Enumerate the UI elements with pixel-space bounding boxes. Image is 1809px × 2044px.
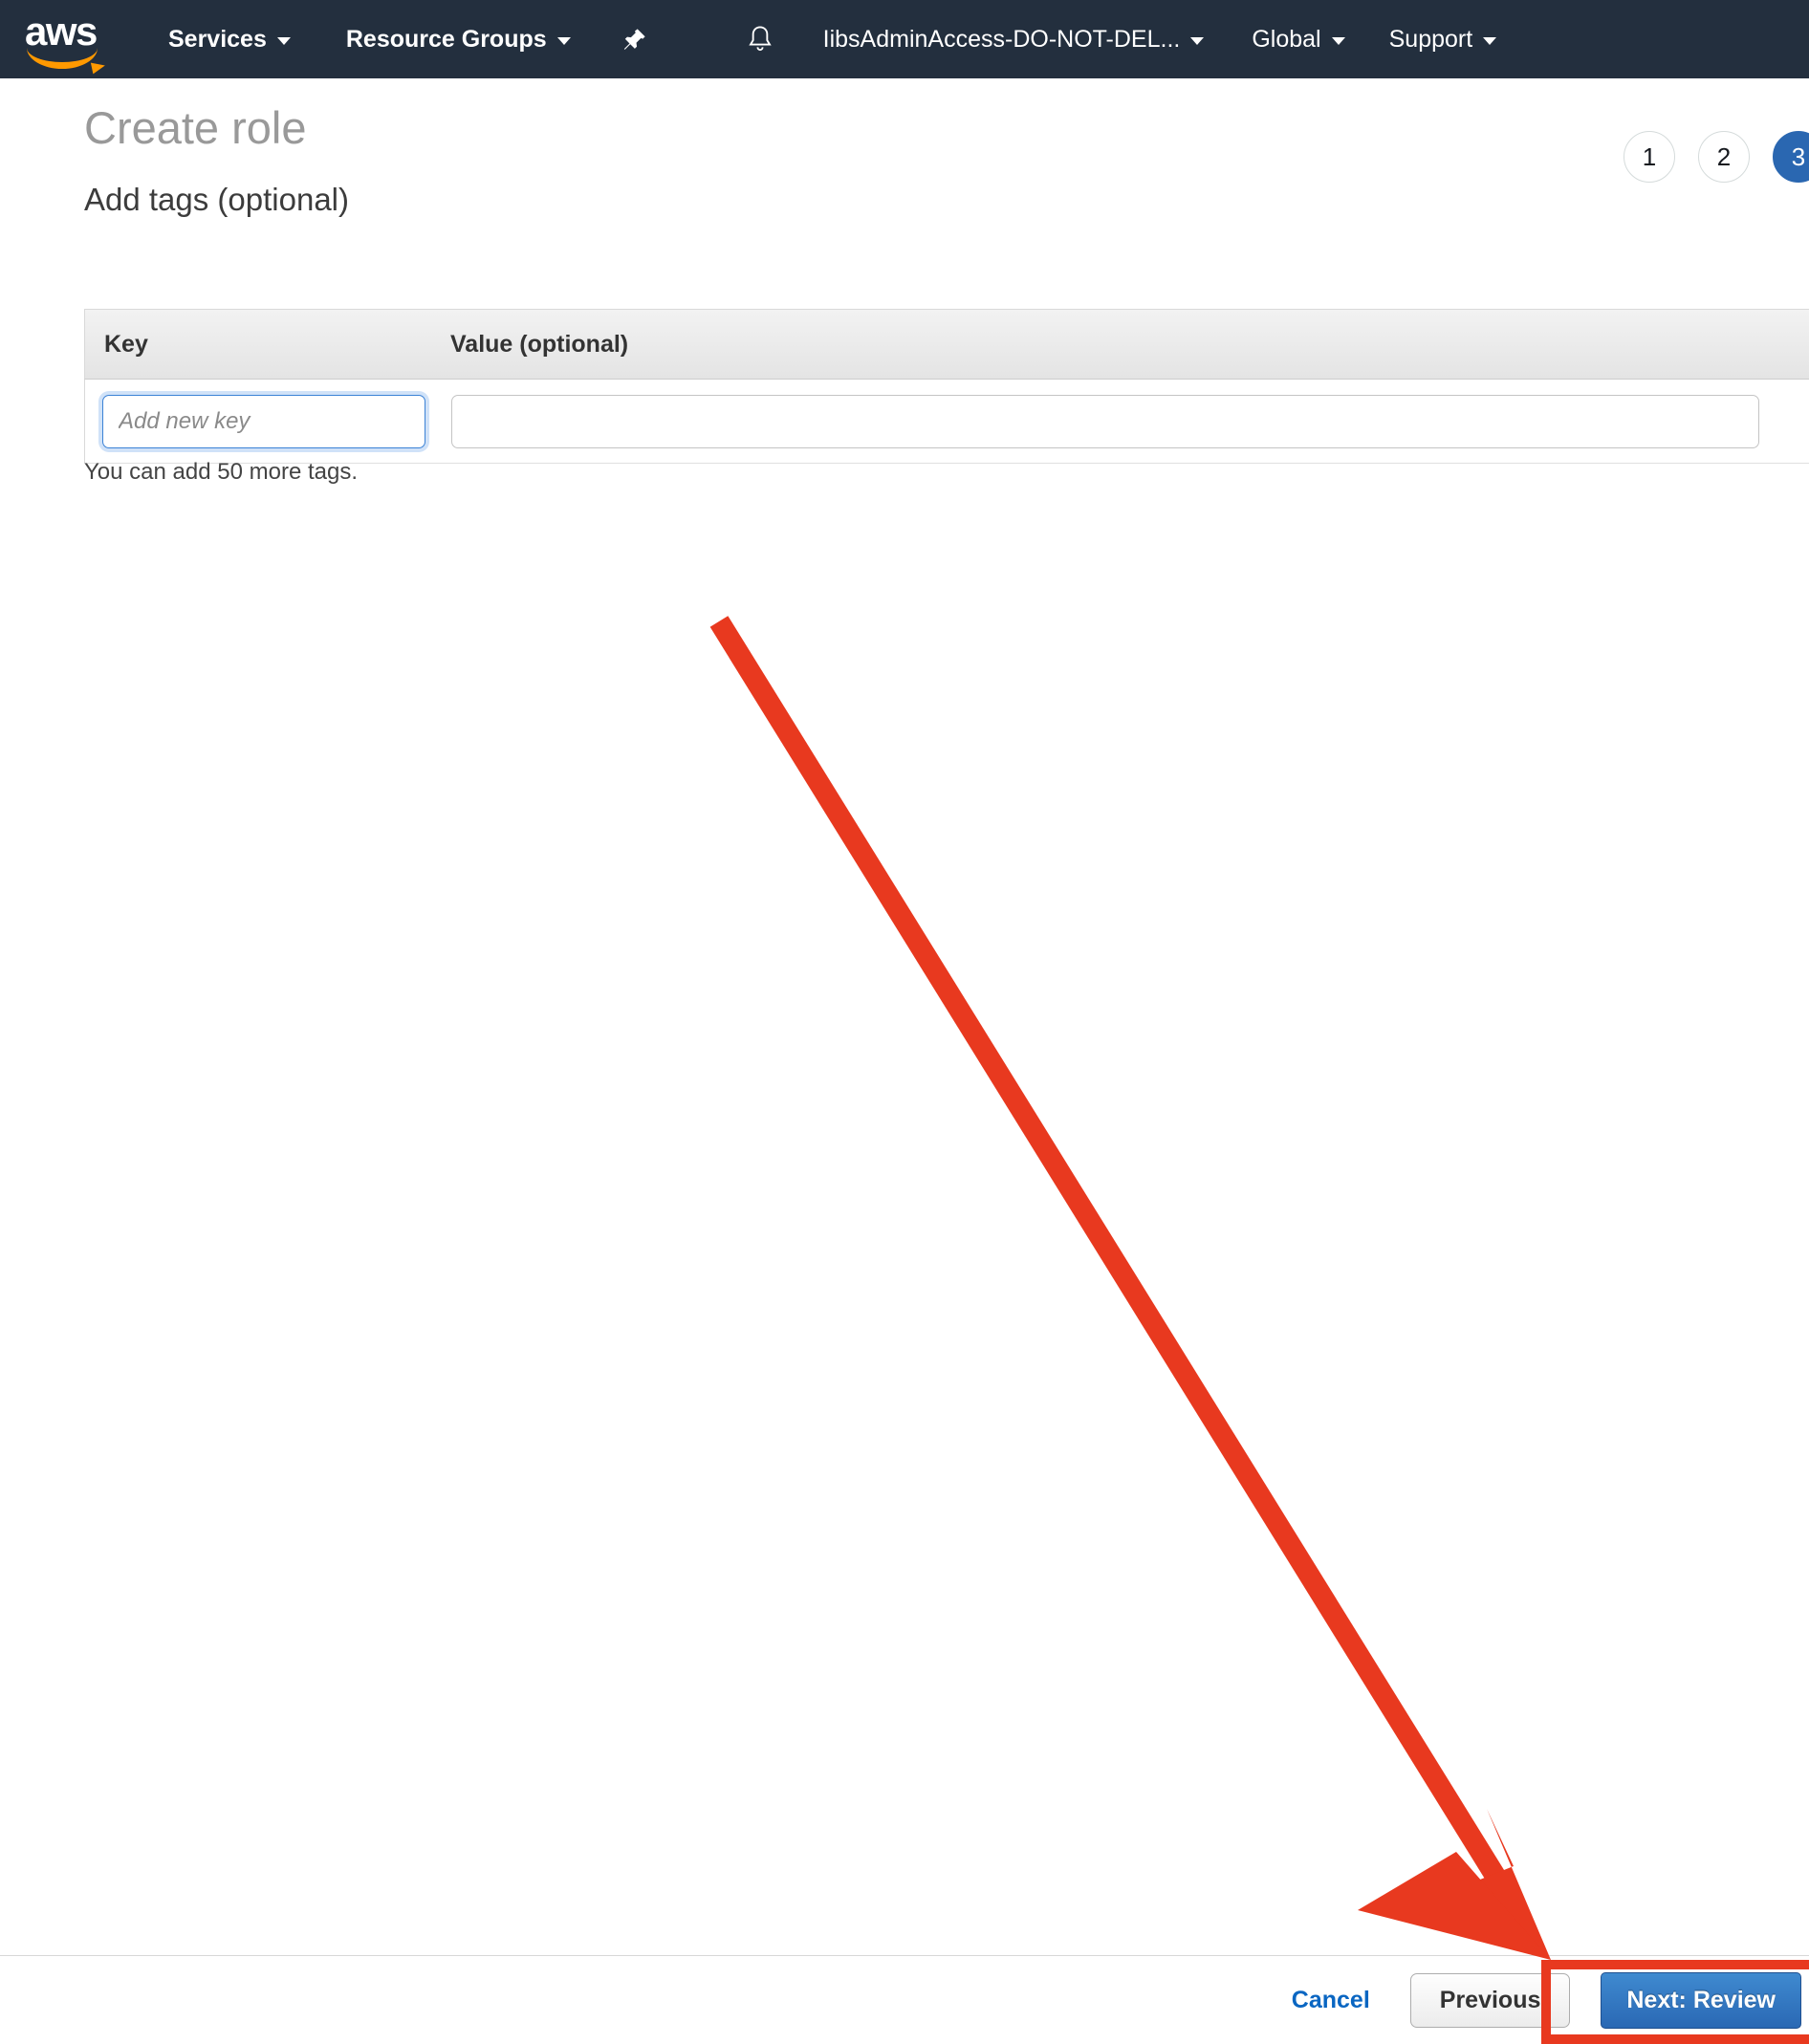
footer-action-bar: Cancel Previous Next: Review — [0, 1956, 1809, 2044]
step-1-number: 1 — [1642, 141, 1657, 171]
nav-resource-groups-label: Resource Groups — [345, 25, 547, 53]
chevron-down-icon — [1331, 37, 1345, 45]
step-indicator: 1 2 3 — [1624, 131, 1809, 183]
section-title: Add tags (optional) — [84, 182, 350, 217]
tag-value-input[interactable] — [451, 394, 1759, 448]
nav-support-label: Support — [1388, 25, 1473, 53]
previous-button[interactable]: Previous — [1409, 1972, 1571, 2028]
nav-region-menu[interactable]: Global — [1248, 0, 1348, 78]
nav-notifications-button[interactable] — [743, 0, 777, 78]
cancel-button[interactable]: Cancel — [1292, 1987, 1370, 2014]
chevron-down-icon — [276, 37, 291, 45]
chevron-down-icon — [556, 37, 571, 45]
tag-key-input[interactable] — [102, 394, 425, 448]
step-indicator-1[interactable]: 1 — [1624, 131, 1675, 183]
nav-support-menu[interactable]: Support — [1385, 0, 1501, 78]
chevron-down-icon — [1190, 37, 1205, 45]
step-3-number: 3 — [1791, 141, 1806, 171]
table-row — [84, 380, 1809, 464]
tags-table: Key Value (optional) R — [84, 309, 1809, 464]
tags-table-header-row: Key Value (optional) R — [84, 309, 1809, 380]
top-navigation-bar: aws Services Resource Groups IibsAdminAc… — [0, 0, 1809, 78]
aws-logo[interactable]: aws — [21, 9, 109, 69]
nav-region-label: Global — [1252, 25, 1321, 53]
nav-account-label: IibsAdminAccess-DO-NOT-DEL... — [822, 25, 1181, 53]
aws-create-role-page: aws Services Resource Groups IibsAdminAc… — [0, 0, 1809, 2044]
column-header-key: Key — [104, 330, 148, 358]
annotation-arrow — [709, 616, 1551, 1960]
step-indicator-2[interactable]: 2 — [1698, 131, 1750, 183]
step-2-number: 2 — [1716, 141, 1732, 171]
nav-services-label: Services — [168, 25, 267, 53]
aws-logo-text: aws — [25, 9, 98, 54]
nav-services-menu[interactable]: Services — [164, 0, 294, 78]
nav-account-menu[interactable]: IibsAdminAccess-DO-NOT-DEL... — [819, 0, 1209, 78]
next-review-button[interactable]: Next: Review — [1601, 1971, 1801, 2029]
page-title: Create role — [84, 102, 307, 153]
chevron-down-icon — [1483, 37, 1497, 45]
nav-resource-groups-menu[interactable]: Resource Groups — [342, 0, 575, 78]
next-button-wrapper: Next: Review — [1601, 1971, 1801, 2029]
pin-icon — [623, 29, 645, 50]
step-indicator-3[interactable]: 3 — [1773, 131, 1809, 183]
nav-pin-button[interactable] — [619, 0, 651, 78]
bell-icon — [748, 26, 772, 52]
column-header-value: Value (optional) — [450, 330, 629, 358]
aws-logo-swoosh — [27, 48, 98, 69]
remaining-tags-text: You can add 50 more tags. — [84, 459, 358, 485]
